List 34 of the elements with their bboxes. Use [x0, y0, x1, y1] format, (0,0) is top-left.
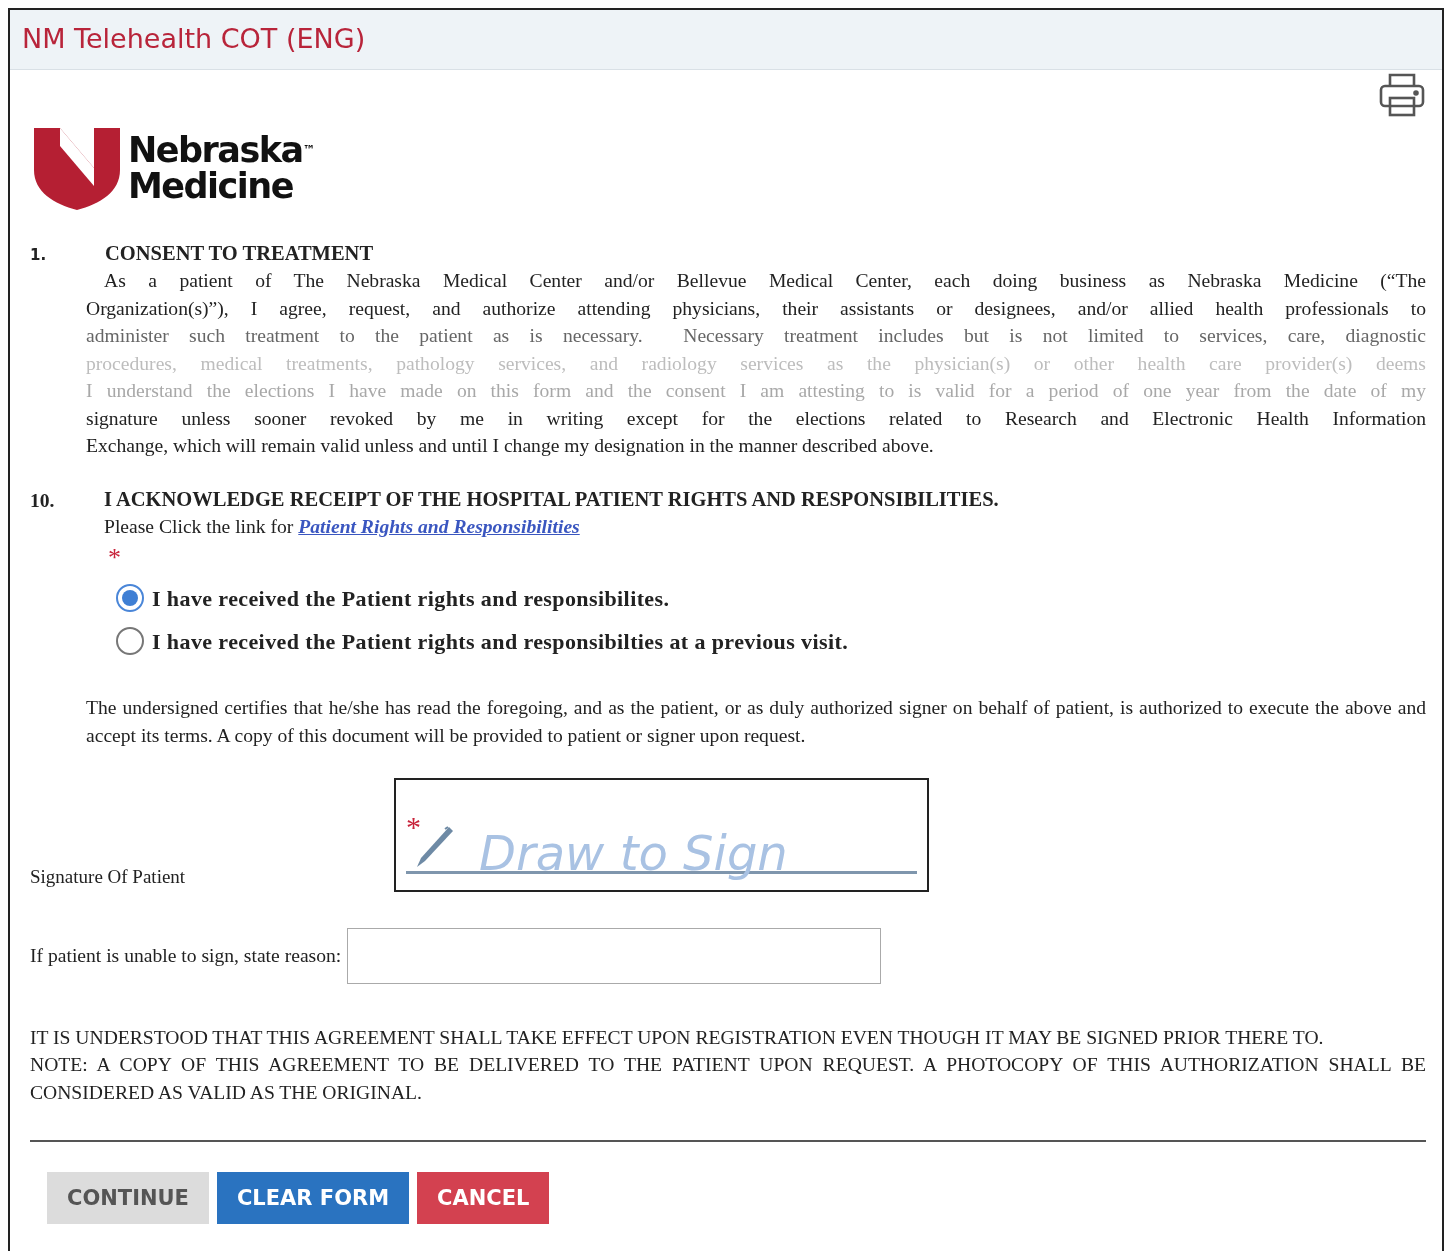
rights-link[interactable]: Patient Rights and Responsibilities [298, 515, 580, 537]
section-number: 10. [30, 488, 56, 513]
paragraph-line: Organization(s)”), I agree, request, and authorize attending physicians, their assistants or designees, and/or allied health professionals to [86, 296, 1426, 321]
logo-text: Nebraska™ [128, 132, 314, 168]
paragraph-line: Exchange, which will remain valid unless and until I change my designation in the manner described above. [86, 434, 935, 458]
required-asterisk: * [406, 817, 421, 836]
shield-logo-icon [34, 126, 120, 210]
paragraph-line: signature unless sooner revoked by me in writing except for the elections related to Research and Electronic Health Information [86, 406, 1426, 431]
prompt-text: Please Click the link for [104, 515, 294, 537]
required-asterisk: * [108, 548, 121, 567]
section-heading: CONSENT TO TREATMENT [105, 241, 375, 266]
paragraph-line: I understand the elections I have made on this form and the consent I am attesting to is valid for a period of one year from the date of my [86, 379, 1426, 403]
action-button[interactable]: CLEAR FORM [216, 1172, 410, 1225]
paragraph-line: As a patient of The Nebraska Medical Center and/or Bellevue Medical Center, each doing business as Nebraska Medicine (“The [103, 269, 1426, 293]
reason-label: If patient is unable to sign, state reason: [30, 944, 342, 969]
action-button[interactable]: CONTINUE [47, 1172, 209, 1225]
action-button[interactable]: CANCEL [417, 1172, 550, 1225]
window-title: NM Telehealth COT (ENG) [22, 23, 366, 54]
section-heading: I ACKNOWLEDGE RECEIPT OF THE HOSPITAL PATIENT RIGHTS AND RESPONSIBILITIES. [104, 486, 1000, 512]
radio-button[interactable] [116, 584, 144, 613]
signature-pad[interactable]: * Draw to Sign [394, 777, 929, 892]
option-label[interactable]: I have received the Patient rights and responsibilties at a previous visit. [152, 624, 849, 658]
paragraph-line: administer such treatment to the patient as is necessary. Necessary treatment includes but is not limited to services, care, diagnostic [86, 324, 1426, 348]
option-label[interactable]: I have received the Patient rights and responsibilites. [152, 581, 670, 615]
paragraph-line: procedures, medical treatments, pathology services, and radiology services as the physician(s) or other health care provider(s) deems [86, 351, 1426, 376]
reason-input-field[interactable] [347, 927, 882, 984]
print-icon[interactable] [1378, 72, 1426, 118]
signature-label: Signature Of Patient [30, 865, 187, 890]
logo-text: Medicine [128, 168, 295, 204]
note-text: NOTE: A COPY OF THIS AGREEMENT TO BE DELIVERED TO THE PATIENT UPON REQUEST. A PHOTOCOPY OF THIS AUTHORIZATION SHALL BE CONSIDERED AS VALID AS THE ORIGINAL. [30, 1053, 1426, 1105]
radio-button[interactable] [116, 627, 144, 656]
certification-text: The undersigned certifies that he/she has read the foregoing, and as the patient, or as duly authorized signer on behalf of patient, is authorized to execute the above and accept its terms. A copy of this document will be provided to patient or signer upon request. [86, 695, 1426, 748]
note-text: IT IS UNDERSTOOD THAT THIS AGREEMENT SHALL TAKE EFFECT UPON REGISTRATION EVEN THOUGH IT MAY BE SIGNED PRIOR THERE TO. [30, 1025, 1325, 1050]
section-number: 1. [30, 245, 48, 266]
